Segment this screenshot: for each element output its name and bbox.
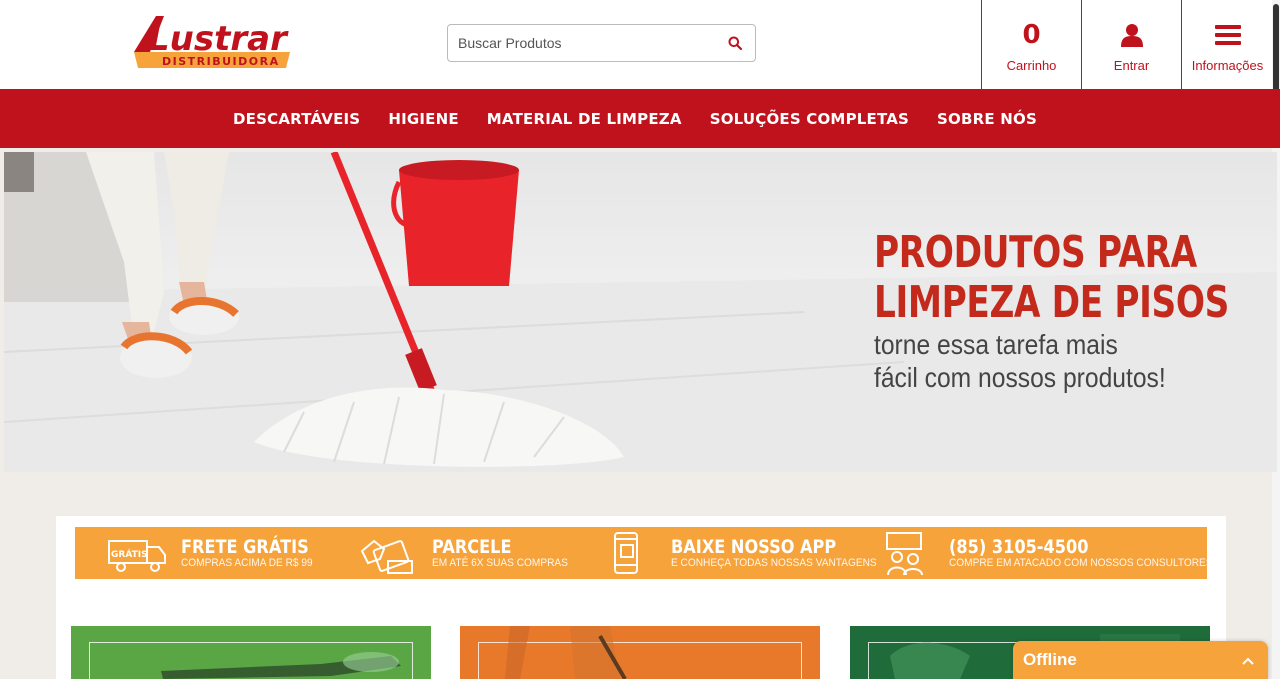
benefit-title: PARCELE [432, 536, 512, 558]
site-header: Lustrar DISTRIBUIDORA 0 Carrinho Entrar … [0, 0, 1280, 89]
benefit-free-shipping[interactable]: GRÁTIS FRETE GRÁTIS COMPRAS ACIMA DE R$ … [107, 527, 331, 579]
login-label: Entrar [1113, 58, 1150, 73]
card-image [161, 652, 401, 679]
benefit-subtitle: E CONHEÇA TODAS NOSSAS VANTAGENS [671, 557, 877, 569]
benefit-title: (85) 3105-4500 [949, 536, 1089, 558]
info-menu-button[interactable]: Informações [1181, 0, 1273, 89]
nav-item-descartaveis[interactable]: DESCARTÁVEIS [233, 110, 360, 128]
category-card-higiene[interactable] [460, 626, 820, 679]
search-icon[interactable] [715, 25, 755, 61]
card-image [505, 626, 627, 679]
benefit-subtitle: COMPRAS ACIMA DE R$ 99 [181, 557, 313, 569]
cart-label: Carrinho [1006, 58, 1057, 73]
category-card-descartaveis[interactable] [71, 626, 431, 679]
benefit-phone-contact[interactable]: (85) 3105-4500 COMPRE EM ATACADO COM NOS… [875, 527, 1235, 579]
chat-status-label: Offline [1023, 650, 1077, 669]
benefit-title: FRETE GRÁTIS [181, 536, 309, 558]
search-bar [447, 24, 756, 62]
benefit-installments[interactable]: PARCELE EM ATÉ 6X SUAS COMPRAS [358, 527, 580, 579]
benefit-subtitle: COMPRE EM ATACADO COM NOSSOS CONSULTORES [949, 557, 1213, 569]
chevron-up-icon[interactable] [1242, 650, 1254, 670]
nav-item-solucoes-completas[interactable]: SOLUÇÕES COMPLETAS [710, 110, 909, 128]
search-input[interactable] [448, 25, 715, 61]
cart-button[interactable]: 0 Carrinho [981, 0, 1081, 89]
lustrar-logo[interactable]: Lustrar DISTRIBUIDORA [134, 14, 294, 70]
cart-count: 0 [1022, 20, 1041, 50]
consultant-icon [886, 532, 923, 575]
nav-item-material-de-limpeza[interactable]: MATERIAL DE LIMPEZA [487, 110, 682, 128]
hero-banner[interactable]: PRODUTOS PARA LIMPEZA DE PISOS torne ess… [4, 152, 1277, 472]
svg-text:Lustrar: Lustrar [148, 19, 289, 59]
benefit-subtitle: EM ATÉ 6X SUAS COMPRAS [432, 557, 568, 569]
banner-subtitle: torne essa tarefa mais fácil com nossos … [874, 329, 1166, 393]
benefits-strip: GRÁTIS FRETE GRÁTIS COMPRAS ACIMA DE R$ … [75, 527, 1213, 579]
phone-app-icon [614, 532, 638, 574]
benefit-title: BAIXE NOSSO APP [671, 536, 837, 558]
nav-item-sobre-nos[interactable]: SOBRE NÓS [937, 110, 1037, 128]
hamburger-icon [1214, 20, 1241, 50]
benefit-download-app[interactable]: BAIXE NOSSO APP E CONHEÇA TODAS NOSSAS V… [597, 527, 895, 579]
main-nav: DESCARTÁVEIS HIGIENE MATERIAL DE LIMPEZA… [0, 89, 1280, 148]
banner-title: PRODUTOS PARA LIMPEZA DE PISOS [874, 227, 1229, 328]
card-payment-icon [360, 539, 413, 574]
svg-text:GRÁTIS: GRÁTIS [111, 548, 148, 560]
user-icon [1120, 20, 1144, 50]
info-label: Informações [1191, 58, 1264, 73]
svg-text:DISTRIBUIDORA: DISTRIBUIDORA [162, 55, 280, 68]
truck-icon: GRÁTIS [108, 540, 166, 572]
login-button[interactable]: Entrar [1081, 0, 1181, 89]
nav-item-higiene[interactable]: HIGIENE [388, 110, 458, 128]
chat-widget-offline[interactable]: Offline [1013, 641, 1268, 679]
